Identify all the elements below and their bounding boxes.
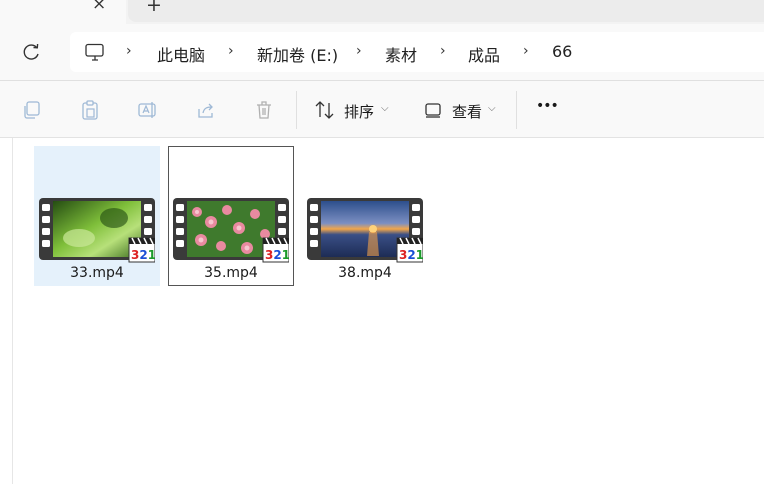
file-name[interactable]: 33.mp4: [34, 265, 160, 281]
breadcrumb-item-pc[interactable]: 此电脑: [157, 42, 205, 66]
command-bar: 排序 ⌵ 查看 ⌵ •••: [0, 81, 764, 138]
toolbar-separator: [296, 91, 297, 129]
video-thumbnail: 321: [307, 198, 423, 263]
copy-icon[interactable]: [21, 99, 43, 121]
pc-icon[interactable]: [84, 43, 106, 63]
svg-text:321: 321: [265, 248, 289, 262]
mpc-badge-icon: 321: [396, 237, 423, 263]
delete-icon[interactable]: [253, 99, 275, 121]
breadcrumb-separator[interactable]: ›: [228, 43, 234, 59]
file-item[interactable]: 321 35.mp4: [168, 146, 294, 286]
tab-close-button[interactable]: ×: [92, 0, 106, 14]
sort-button-label[interactable]: 排序: [344, 101, 374, 122]
chevron-down-icon[interactable]: ⌵: [381, 103, 389, 114]
refresh-icon: [23, 43, 39, 60]
toolbar-separator: [516, 91, 517, 129]
refresh-button[interactable]: [18, 40, 46, 64]
file-name[interactable]: 35.mp4: [169, 265, 293, 281]
video-thumbnail: 321: [39, 198, 155, 263]
breadcrumb-separator[interactable]: ›: [126, 43, 132, 59]
mpc-badge-icon: 321: [128, 237, 155, 263]
view-icon[interactable]: [423, 99, 445, 121]
file-item[interactable]: 321 38.mp4: [302, 146, 428, 286]
breadcrumb-separator[interactable]: ›: [523, 43, 529, 59]
svg-text:321: 321: [131, 248, 155, 262]
new-tab-button[interactable]: +: [146, 0, 162, 16]
chevron-down-icon[interactable]: ⌵: [488, 103, 496, 114]
tab-strip: × +: [0, 0, 764, 24]
address-row: › 此电脑 › 新加卷 (E:) › 素材 › 成品 › 66: [0, 24, 764, 80]
view-button-label[interactable]: 查看: [452, 101, 482, 122]
tab-current[interactable]: ×: [0, 0, 126, 24]
share-icon[interactable]: [195, 99, 217, 121]
breadcrumb-item-chengpin[interactable]: 成品: [468, 42, 500, 66]
video-thumbnail: 321: [173, 198, 289, 263]
navigation-pane-edge: [12, 138, 13, 484]
breadcrumb-item-sucai[interactable]: 素材: [385, 42, 417, 66]
svg-text:321: 321: [399, 248, 423, 262]
more-options-button[interactable]: •••: [536, 98, 559, 114]
paste-icon[interactable]: [79, 99, 101, 121]
breadcrumb-item-66[interactable]: 66: [552, 42, 572, 61]
file-name[interactable]: 38.mp4: [302, 265, 428, 281]
mpc-badge-icon: 321: [262, 237, 289, 263]
rename-icon[interactable]: [137, 99, 159, 121]
tab-strip-background: [128, 0, 764, 22]
sort-icon[interactable]: [314, 99, 336, 121]
file-item[interactable]: 321 33.mp4: [34, 146, 160, 286]
breadcrumb-separator[interactable]: ›: [356, 43, 362, 59]
breadcrumb-item-drive[interactable]: 新加卷 (E:): [257, 42, 338, 66]
address-bar[interactable]: › 此电脑 › 新加卷 (E:) › 素材 › 成品 › 66: [70, 32, 764, 72]
breadcrumb-separator[interactable]: ›: [440, 43, 446, 59]
